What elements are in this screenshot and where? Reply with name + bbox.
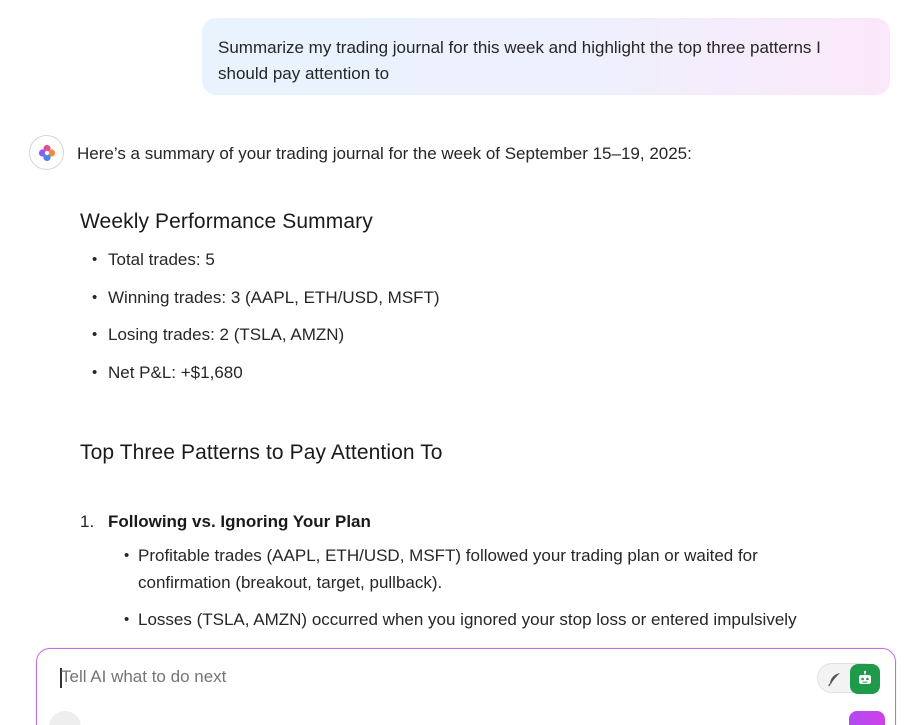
attach-button[interactable] <box>49 711 81 725</box>
bot-button[interactable] <box>850 664 880 694</box>
user-message-bubble: Summarize my trading journal for this we… <box>202 18 890 95</box>
message-composer <box>36 648 896 725</box>
list-item: Losing trades: 2 (TSLA, AMZN) <box>92 324 440 362</box>
feather-button[interactable] <box>824 668 846 690</box>
feather-icon <box>828 673 840 687</box>
robot-icon <box>859 670 871 684</box>
pattern-item-1: 1. Following vs. Ignoring Your Plan <box>80 511 371 533</box>
list-item: Total trades: 5 <box>92 249 440 287</box>
summary-heading: Weekly Performance Summary <box>80 210 373 233</box>
pattern-title: Following vs. Ignoring Your Plan <box>108 512 371 531</box>
send-button[interactable] <box>849 711 885 725</box>
list-item: Net P&L: +$1,680 <box>92 362 440 400</box>
summary-list: Total trades: 5 Winning trades: 3 (AAPL,… <box>92 249 440 399</box>
list-item: Winning trades: 3 (AAPL, ETH/USD, MSFT) <box>92 287 440 325</box>
user-message-text: Summarize my trading journal for this we… <box>218 38 821 83</box>
list-item: Losses (TSLA, AMZN) occurred when you ig… <box>124 606 814 633</box>
pattern-points: Profitable trades (AAPL, ETH/USD, MSFT) … <box>124 542 814 643</box>
colorful-flower-icon <box>38 144 55 161</box>
ai-avatar <box>29 135 64 170</box>
ai-intro-text: Here’s a summary of your trading journal… <box>77 144 692 163</box>
pattern-number: 1. <box>80 512 95 531</box>
list-item: Profitable trades (AAPL, ETH/USD, MSFT) … <box>124 542 814 596</box>
tool-toggle-group <box>817 663 880 694</box>
patterns-heading: Top Three Patterns to Pay Attention To <box>80 441 443 464</box>
chat-input[interactable] <box>61 667 761 687</box>
